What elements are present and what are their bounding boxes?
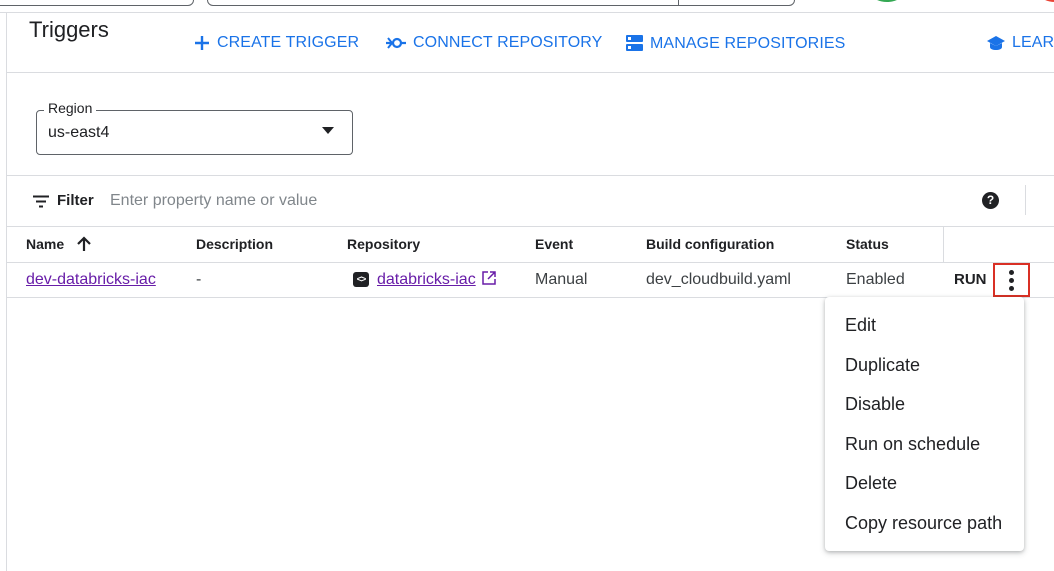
column-header-status: Status xyxy=(846,236,889,252)
connect-repository-button[interactable]: CONNECT REPOSITORY xyxy=(385,34,602,52)
project-selector[interactable] xyxy=(0,0,194,6)
menu-item-delete[interactable]: Delete xyxy=(845,473,897,494)
region-value: us-east4 xyxy=(48,124,110,141)
manage-repositories-label: MANAGE REPOSITORIES xyxy=(650,34,846,52)
menu-item-disable[interactable]: Disable xyxy=(845,394,905,415)
filter-icon xyxy=(33,195,49,208)
connect-repository-label: CONNECT REPOSITORY xyxy=(413,34,603,51)
column-header-description: Description xyxy=(196,236,274,252)
column-header-name[interactable]: Name xyxy=(26,236,92,252)
learn-label: LEARN xyxy=(1012,34,1054,51)
learn-button[interactable]: LEARN xyxy=(986,34,1054,52)
filter-input[interactable] xyxy=(110,191,810,211)
column-header-build-configuration: Build configuration xyxy=(646,236,775,252)
menu-item-edit[interactable]: Edit xyxy=(845,315,876,336)
region-label: Region xyxy=(44,100,97,116)
trigger-status: Enabled xyxy=(846,271,905,288)
plus-icon xyxy=(195,36,209,50)
trigger-description: - xyxy=(196,271,202,288)
table-header xyxy=(7,226,1054,263)
repositories-icon xyxy=(626,35,643,51)
menu-item-run-on-schedule[interactable]: Run on schedule xyxy=(845,434,980,455)
connect-icon xyxy=(386,37,406,49)
create-trigger-label: CREATE TRIGGER xyxy=(217,34,360,51)
more-actions-icon[interactable] xyxy=(993,263,1030,297)
divider xyxy=(1025,185,1026,215)
repository-link-label: databricks-iac xyxy=(377,271,476,288)
trigger-name-link[interactable]: dev-databricks-iac xyxy=(26,271,156,289)
column-header-repository: Repository xyxy=(347,236,421,252)
menu-item-duplicate[interactable]: Duplicate xyxy=(845,355,920,376)
manage-repositories-button[interactable]: MANAGE REPOSITORIES xyxy=(625,34,845,53)
column-divider xyxy=(943,226,944,262)
arrow-up-icon xyxy=(77,236,91,251)
row-actions-menu: Edit Duplicate Disable Run on schedule D… xyxy=(825,297,1024,551)
school-icon xyxy=(987,36,1005,50)
repository-link[interactable]: databricks-iac xyxy=(377,271,496,289)
dropdown-arrow-icon[interactable] xyxy=(322,127,334,134)
menu-item-copy-resource-path[interactable]: Copy resource path xyxy=(845,513,1002,534)
external-link-icon xyxy=(482,271,496,285)
run-button[interactable]: RUN xyxy=(954,271,987,288)
trigger-event: Manual xyxy=(535,271,588,288)
help-icon[interactable]: ? xyxy=(982,192,999,209)
trigger-build-configuration: dev_cloudbuild.yaml xyxy=(646,271,791,288)
repository-icon: <> xyxy=(353,272,369,287)
filter-label: Filter xyxy=(57,192,94,209)
search-bar[interactable] xyxy=(207,0,795,6)
create-trigger-button[interactable]: CREATE TRIGGER xyxy=(193,34,359,52)
column-header-event: Event xyxy=(535,236,574,252)
page-title: Triggers xyxy=(29,17,109,42)
